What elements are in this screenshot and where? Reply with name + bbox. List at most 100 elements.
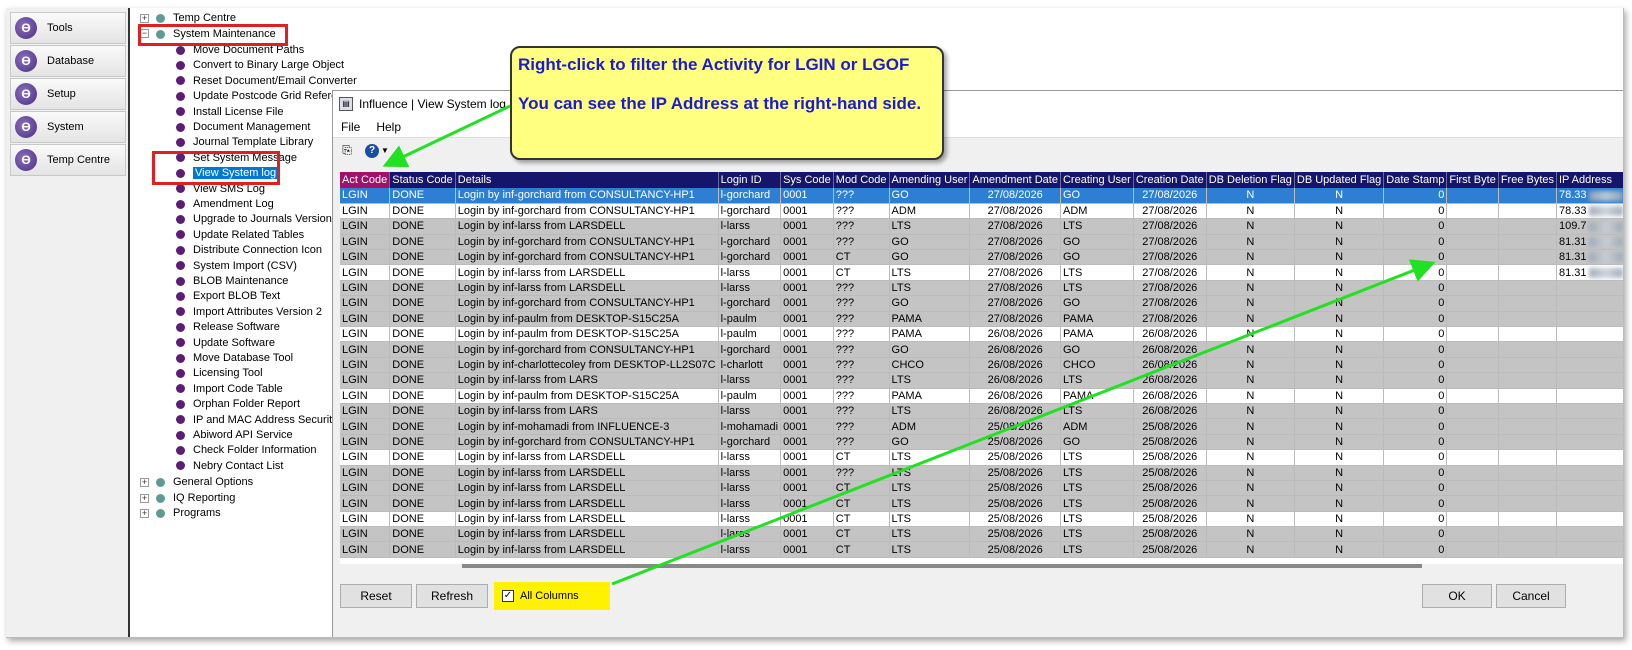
column-header[interactable]: Login ID: [718, 172, 782, 188]
column-header[interactable]: Date Stamp: [1383, 172, 1448, 188]
cell-text: ???: [835, 189, 855, 202]
refresh-button[interactable]: Refresh: [416, 584, 488, 608]
tree-node-iq-reporting[interactable]: IQ Reporting: [156, 490, 235, 506]
tree-node-general-options[interactable]: General Options: [156, 474, 253, 490]
table-row[interactable]: LGIN DONE Login by inf-larss from LARSDELL…: [340, 480, 1623, 497]
tree-leaf-label: Import Code Table: [193, 382, 283, 395]
tree-leaf[interactable]: System Import (CSV): [176, 258, 297, 274]
column-header[interactable]: Creation Date: [1133, 172, 1207, 188]
tree-node-programs[interactable]: Programs: [156, 505, 221, 521]
table-row[interactable]: LGIN DONE Login by inf-larss from LARSDELL…: [340, 264, 1623, 281]
column-header[interactable]: DB Deletion Flag: [1206, 172, 1295, 188]
tree-expand-icon[interactable]: +: [140, 14, 149, 23]
table-row[interactable]: LGIN DONE Login by inf-larss from LARSDELL…: [340, 526, 1623, 543]
table-row[interactable]: LGIN DONE Login by inf-gorchard from CONSU…: [340, 203, 1623, 220]
column-header[interactable]: Amending User: [889, 172, 971, 188]
table-row[interactable]: LGIN DONE Login by inf-larss from LARSDELL…: [340, 465, 1623, 481]
tree-leaf[interactable]: Check Folder Information: [176, 442, 317, 458]
table-row[interactable]: LGIN DONE Login by inf-larss from LARSDELL…: [340, 511, 1623, 528]
menu-file[interactable]: File: [333, 120, 368, 134]
table-row[interactable]: LGIN DONE Login by inf-mohamadi from INFLU…: [340, 418, 1623, 435]
table-row[interactable]: LGIN DONE Login by inf-larss from LARSDELL…: [340, 541, 1623, 558]
table-row[interactable]: LGIN DONE Login by inf-larss from LARSDELL…: [340, 218, 1623, 235]
table-row[interactable]: LGIN DONE Login by inf-paulm from DESKTOP-…: [340, 311, 1623, 328]
table-row[interactable]: LGIN DONE Login by inf-gorchard from CONSU…: [340, 434, 1623, 451]
export-icon[interactable]: ⎘: [339, 143, 355, 159]
tree-expand-icon[interactable]: +: [140, 494, 149, 503]
tree-leaf[interactable]: Reset Document/Email Converter: [176, 73, 357, 89]
menu-help[interactable]: Help: [368, 120, 409, 134]
table-row[interactable]: LGIN DONE Login by inf-gorchard from CONSU…: [340, 249, 1623, 266]
tree-leaf[interactable]: Export BLOB Text: [176, 288, 280, 304]
tree-leaf[interactable]: Nebry Contact List: [176, 458, 283, 474]
column-header[interactable]: Mod Code: [833, 172, 890, 188]
column-header[interactable]: Creating User: [1060, 172, 1134, 188]
horizontal-scrollbar[interactable]: [462, 564, 1422, 568]
cancel-button[interactable]: Cancel: [1496, 584, 1566, 608]
tree-leaf[interactable]: Journal Template Library: [176, 134, 313, 150]
column-header[interactable]: First Byte: [1446, 172, 1499, 188]
window-title: Influence | View System log: [359, 97, 506, 111]
table-row[interactable]: LGIN DONE Login by inf-larss from LARS l-la…: [340, 403, 1623, 420]
reset-button[interactable]: Reset: [340, 584, 412, 608]
tree-leaf[interactable]: Install License File: [176, 104, 284, 120]
help-icon[interactable]: ?: [365, 143, 379, 158]
column-header[interactable]: Status Code: [389, 172, 456, 188]
tree-leaf[interactable]: Document Management: [176, 119, 310, 135]
table-row[interactable]: LGIN DONE Login by inf-gorchard from CONSU…: [340, 188, 1623, 204]
table-row[interactable]: LGIN DONE Login by inf-larss from LARSDELL…: [340, 280, 1623, 297]
tree-expand-icon[interactable]: +: [140, 478, 149, 487]
table-cell: [1556, 465, 1623, 481]
nav-tools-button[interactable]: ϴ Tools: [10, 12, 126, 44]
tree-leaf[interactable]: Abiword API Service: [176, 427, 293, 443]
column-header[interactable]: DB Updated Flag: [1294, 172, 1385, 188]
dropdown-arrow-icon[interactable]: ▼: [381, 146, 389, 155]
tree-leaf[interactable]: Move Database Tool: [176, 350, 293, 366]
table-cell: l-paulm: [718, 311, 782, 328]
tree-leaf[interactable]: Licensing Tool: [176, 365, 263, 381]
column-header[interactable]: Free Bytes: [1498, 172, 1558, 188]
table-row[interactable]: LGIN DONE Login by inf-gorchard from CONSU…: [340, 341, 1623, 358]
table-cell: [1446, 295, 1499, 312]
table-row[interactable]: LGIN DONE Login by inf-paulm from DESKTOP-…: [340, 388, 1623, 404]
tree-leaf[interactable]: Release Software: [176, 319, 280, 335]
tree-leaf[interactable]: Upgrade to Journals Version 2: [176, 211, 341, 227]
table-cell: LGIN: [340, 388, 391, 404]
tree-leaf[interactable]: Amendment Log: [176, 196, 274, 212]
tree-expand-icon[interactable]: +: [140, 509, 149, 518]
nav-setup-button[interactable]: ϴ Setup: [10, 78, 126, 110]
cell-text: N: [1246, 297, 1255, 310]
column-header[interactable]: Act Code: [340, 172, 391, 188]
table-cell: ???: [833, 341, 890, 358]
table-row[interactable]: LGIN DONE Login by inf-larss from LARSDELL…: [340, 449, 1623, 466]
column-header[interactable]: Sys Code: [780, 172, 834, 188]
tree-leaf[interactable]: Update Related Tables: [176, 227, 304, 243]
column-header[interactable]: Details: [455, 172, 719, 188]
cell-text: ???: [835, 328, 855, 341]
tree-leaf[interactable]: Update Postcode Grid Referen: [176, 88, 343, 104]
table-row[interactable]: LGIN DONE Login by inf-gorchard from CONSU…: [340, 234, 1623, 251]
table-row[interactable]: LGIN DONE Login by inf-charlottecoley from…: [340, 357, 1623, 374]
table-row[interactable]: LGIN DONE Login by inf-larss from LARS l-la…: [340, 372, 1623, 389]
tree-leaf[interactable]: Import Attributes Version 2: [176, 304, 322, 320]
all-columns-checkbox[interactable]: ✓ All Columns: [494, 582, 610, 610]
tree-leaf[interactable]: Distribute Connection Icon: [176, 242, 322, 258]
tree-leaf[interactable]: Convert to Binary Large Object: [176, 57, 344, 73]
tree-leaf[interactable]: Update Software: [176, 335, 275, 351]
tree-leaf[interactable]: BLOB Maintenance: [176, 273, 288, 289]
table-row[interactable]: LGIN DONE Login by inf-paulm from DESKTOP-…: [340, 326, 1623, 343]
tree-leaf[interactable]: Orphan Folder Report: [176, 396, 300, 412]
nav-database-button[interactable]: ϴ Database: [10, 45, 126, 77]
ok-button[interactable]: OK: [1422, 584, 1492, 608]
tree-leaf[interactable]: IP and MAC Address Security: [176, 412, 338, 428]
nav-temp-centre-button[interactable]: ϴ Temp Centre: [10, 144, 126, 176]
column-header[interactable]: IP Address: [1556, 172, 1623, 188]
nav-system-button[interactable]: ϴ System: [10, 111, 126, 143]
tree-leaf[interactable]: Import Code Table: [176, 381, 283, 397]
cell-text: 25/08/2026: [1142, 512, 1198, 525]
table-row[interactable]: LGIN DONE Login by inf-larss from LARSDELL…: [340, 495, 1623, 512]
cell-text: l-paulm: [720, 328, 757, 341]
redacted-ip-blur: [1588, 267, 1623, 278]
table-row[interactable]: LGIN DONE Login by inf-gorchard from CONSU…: [340, 295, 1623, 312]
column-header[interactable]: Amendment Date: [969, 172, 1061, 188]
